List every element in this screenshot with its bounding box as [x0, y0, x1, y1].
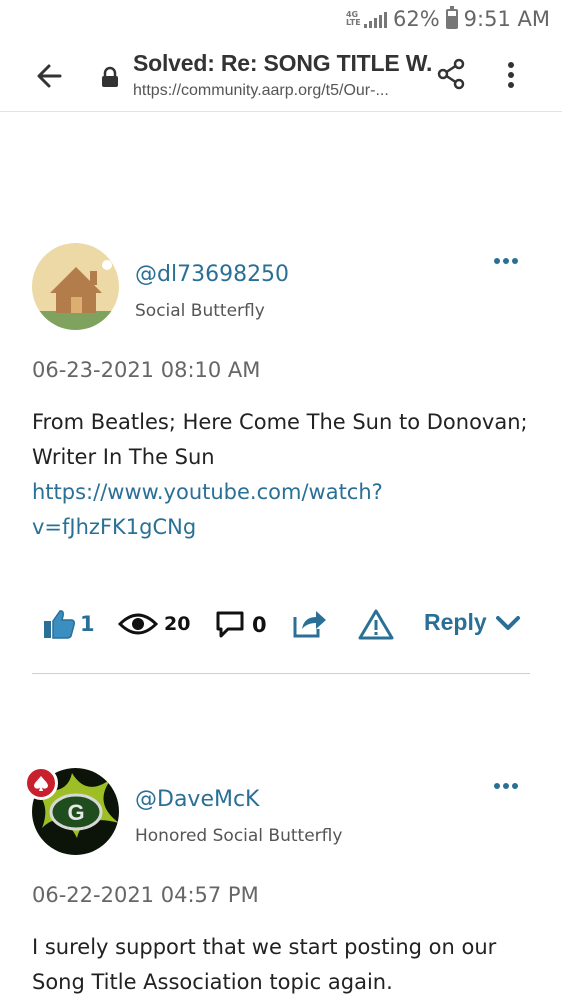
username-link[interactable]: @DaveMcK	[135, 787, 259, 812]
reply-label: Reply	[424, 609, 487, 635]
post-body: From Beatles; Here Come The Sun to Donov…	[32, 405, 532, 545]
post-text-line: From Beatles; Here Come The Sun to Donov…	[32, 410, 528, 434]
forward-share-icon	[293, 611, 326, 638]
post-options-icon[interactable]	[494, 783, 524, 793]
post-actions: 1 20 0 Reply	[0, 605, 562, 645]
comment-count: 0	[252, 613, 267, 637]
avatar[interactable]	[32, 243, 119, 330]
post-text-line: I surely support that we start posting o…	[32, 935, 497, 959]
user-rank: Honored Social Butterfly	[135, 826, 343, 846]
view-count: 20	[164, 613, 191, 635]
comments-button[interactable]: 0	[214, 609, 267, 641]
page-title: Solved: Re: SONG TITLE W...	[133, 50, 433, 76]
signal-icon	[363, 10, 387, 28]
address-bar[interactable]: Solved: Re: SONG TITLE W... https://comm…	[133, 48, 433, 103]
network-type-icon: 4G LTE	[345, 10, 361, 27]
share-post-button[interactable]	[292, 607, 328, 639]
post-timestamp: 06-23-2021 08:10 AM	[32, 358, 261, 382]
warning-icon	[358, 609, 394, 640]
house-avatar-icon	[32, 243, 119, 330]
reply-button[interactable]: Reply	[424, 609, 521, 636]
post-text-line: Song Title Association topic again.	[32, 970, 393, 994]
clock: 9:51 AM	[463, 7, 550, 31]
post-options-icon[interactable]	[494, 258, 524, 268]
post-body: I surely support that we start posting o…	[32, 930, 532, 999]
battery-percent: 62%	[392, 7, 440, 31]
link-line: v=fJhzFK1gCNg	[32, 515, 197, 539]
like-count: 1	[80, 612, 95, 636]
status-bar: 4G LTE 62% 9:51 AM	[0, 0, 562, 38]
post-divider	[32, 673, 530, 674]
like-button[interactable]: 1	[42, 608, 95, 640]
post-timestamp: 06-22-2021 04:57 PM	[32, 883, 259, 907]
lock-icon	[102, 66, 118, 87]
user-rank: Social Butterfly	[135, 301, 265, 321]
rank-badge-icon	[24, 766, 58, 800]
overflow-menu-icon[interactable]	[500, 60, 522, 90]
svg-text:G: G	[67, 800, 84, 825]
page-url: https://community.aarp.org/t5/Our-...	[133, 82, 389, 99]
chevron-down-icon	[495, 615, 520, 630]
views-indicator: 20	[118, 610, 190, 638]
youtube-link[interactable]: https://www.youtube.com/watch? v=fJhzFK1…	[32, 475, 532, 545]
username-link[interactable]: @dl73698250	[135, 262, 289, 287]
comment-icon	[216, 611, 244, 638]
back-arrow-icon[interactable]	[30, 56, 70, 96]
browser-toolbar: Solved: Re: SONG TITLE W... https://comm…	[0, 38, 562, 112]
link-line: https://www.youtube.com/watch?	[32, 480, 383, 504]
post-text-line: Writer In The Sun	[32, 445, 215, 469]
thumbs-up-icon	[44, 610, 75, 639]
eye-icon	[118, 613, 158, 635]
battery-icon	[445, 6, 458, 29]
share-icon[interactable]	[436, 58, 466, 90]
report-button[interactable]	[358, 608, 394, 640]
